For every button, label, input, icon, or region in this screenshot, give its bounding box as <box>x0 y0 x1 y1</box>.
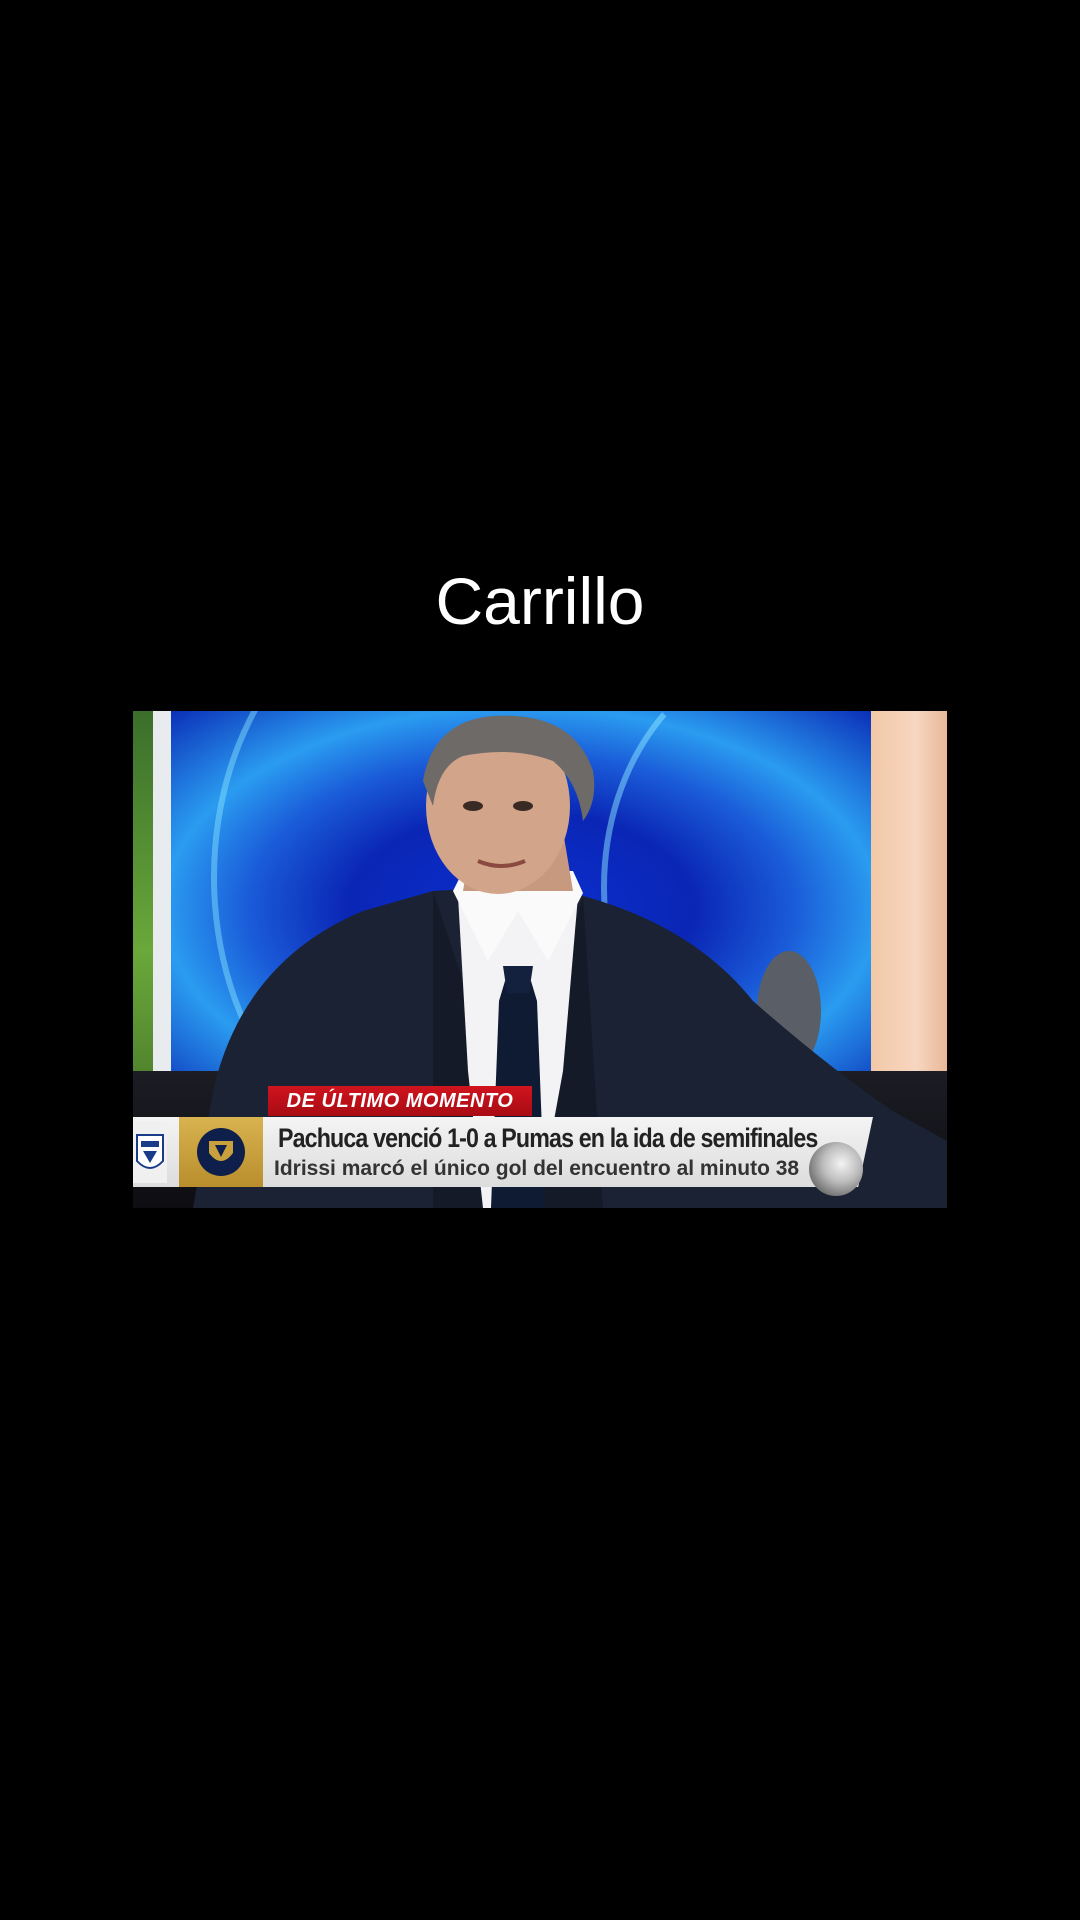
pumas-crest-icon <box>179 1117 263 1187</box>
video-caption: Carrillo <box>435 564 645 638</box>
pachuca-crest-icon <box>133 1121 167 1183</box>
breaking-news-tag: DE ÚLTIMO MOMENTO <box>268 1086 532 1116</box>
news-headline: Pachuca venció 1-0 a Pumas en la ida de … <box>278 1123 818 1153</box>
soccer-ball-icon <box>809 1142 863 1196</box>
video-player[interactable]: DE ÚLTIMO MOMENTO Pachuca venció 1-0 a P… <box>133 711 947 1208</box>
news-subline: Idrissi marcó el único gol del encuentro… <box>274 1157 800 1180</box>
